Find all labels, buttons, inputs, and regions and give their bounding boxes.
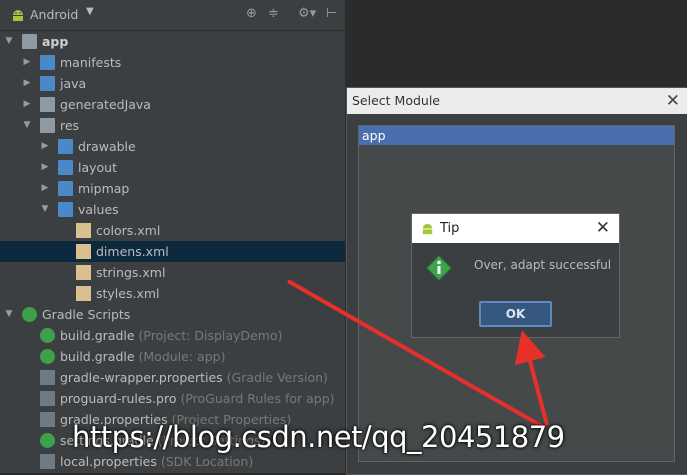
- tree-item[interactable]: ▼ res: [0, 115, 345, 136]
- tip-title: Tip: [440, 221, 460, 236]
- tree-item-label: gradle-wrapper.properties (Gradle Versio…: [60, 370, 328, 385]
- properties-file-icon: [40, 412, 55, 427]
- chevron-right-icon[interactable]: ▶: [22, 73, 32, 94]
- android-icon: [13, 10, 23, 21]
- tree-item[interactable]: ▶ mipmap: [0, 178, 345, 199]
- tree-item[interactable]: gradle-wrapper.properties (Gradle Versio…: [0, 367, 345, 388]
- tree-item[interactable]: ▶ manifests: [0, 52, 345, 73]
- tree-item-label: Gradle Scripts: [42, 307, 131, 322]
- gear-icon[interactable]: ⚙▾: [298, 6, 316, 21]
- folder-icon: [58, 181, 73, 196]
- tree-item[interactable]: colors.xml: [0, 220, 345, 241]
- list-item[interactable]: app: [359, 126, 674, 145]
- tree-item-label: strings.xml: [96, 265, 166, 280]
- res-folder-icon: [40, 118, 55, 133]
- tree-item[interactable]: ▼ Gradle Scripts: [0, 304, 345, 325]
- tree-item[interactable]: strings.xml: [0, 262, 345, 283]
- tree-item-label: app: [42, 34, 69, 49]
- tree-item-hint: (Module: app): [134, 349, 226, 364]
- tree-item-label: res: [60, 118, 80, 133]
- tree-item-label: local.properties (SDK Location): [60, 454, 254, 469]
- generated-folder-icon: [40, 97, 55, 112]
- xml-file-icon: [76, 265, 91, 280]
- chevron-right-icon[interactable]: ▶: [40, 136, 50, 157]
- project-tool-window: Android ▼ ⊕ ≑ ⚙▾ ⊢ ▼ app ▶ manifests ▶ java ▶ g…: [0, 0, 345, 473]
- folder-icon: [40, 55, 55, 70]
- xml-file-icon: [76, 286, 91, 301]
- tree-item[interactable]: ▶ generatedJava: [0, 94, 345, 115]
- tree-item[interactable]: ▶ drawable: [0, 136, 345, 157]
- tree-item-label: dimens.xml: [96, 244, 169, 259]
- tree-item-hint: (Gradle Version): [222, 370, 328, 385]
- folder-icon: [58, 202, 73, 217]
- tree-item-label: generatedJava: [60, 97, 151, 112]
- xml-file-icon: [76, 223, 91, 238]
- tree-item[interactable]: ▼ app: [0, 31, 345, 52]
- properties-file-icon: [40, 454, 55, 469]
- android-icon: [422, 223, 433, 235]
- tree-item-hint: (Project: DisplayDemo): [134, 328, 283, 343]
- tree-item-hint: (SDK Location): [156, 454, 254, 469]
- chevron-right-icon[interactable]: ▶: [40, 178, 50, 199]
- chevron-down-icon[interactable]: ▼: [22, 115, 32, 136]
- gradle-file-icon: [40, 349, 55, 364]
- folder-icon: [40, 76, 55, 91]
- hide-icon[interactable]: ⊢: [326, 6, 337, 21]
- tree-item-hint: (ProGuard Rules for app): [176, 391, 335, 406]
- close-icon[interactable]: ✕: [666, 88, 680, 114]
- gradle-file-icon: [40, 328, 55, 343]
- pro-file-icon: [40, 391, 55, 406]
- tree-item-label: drawable: [78, 139, 136, 154]
- chevron-down-icon[interactable]: ▼: [4, 31, 14, 52]
- module-folder-icon: [22, 34, 37, 49]
- tree-item-label: build.gradle (Module: app): [60, 349, 226, 364]
- tip-title-bar: Tip ✕: [412, 214, 619, 243]
- tree-item-label: mipmap: [78, 181, 130, 196]
- chevron-down-icon[interactable]: ▼: [40, 199, 50, 220]
- tree-item-label: build.gradle (Project: DisplayDemo): [60, 328, 283, 343]
- chevron-down-icon[interactable]: ▼: [4, 304, 14, 325]
- tree-item-label: proguard-rules.pro (ProGuard Rules for a…: [60, 391, 335, 406]
- tip-dialog: Tip ✕ Over, adapt successful OK: [411, 213, 620, 338]
- tree-item[interactable]: ▶ java: [0, 73, 345, 94]
- view-selector[interactable]: Android: [30, 7, 78, 22]
- chevron-right-icon[interactable]: ▶: [22, 52, 32, 73]
- tree-item-label: layout: [78, 160, 118, 175]
- tree-item-label: styles.xml: [96, 286, 160, 301]
- xml-file-icon: [76, 244, 91, 259]
- tree-item[interactable]: ▼ values: [0, 199, 345, 220]
- chevron-right-icon[interactable]: ▶: [22, 94, 32, 115]
- gradle-file-icon: [40, 433, 55, 448]
- tree-item[interactable]: build.gradle (Project: DisplayDemo): [0, 325, 345, 346]
- properties-file-icon: [40, 370, 55, 385]
- target-icon[interactable]: ⊕: [246, 6, 257, 21]
- tree-item[interactable]: build.gradle (Module: app): [0, 346, 345, 367]
- tree-item-label: colors.xml: [96, 223, 161, 238]
- tree-item[interactable]: ▶ layout: [0, 157, 345, 178]
- tree-item[interactable]: local.properties (SDK Location): [0, 451, 345, 472]
- info-icon: [426, 255, 452, 281]
- collapse-all-icon[interactable]: ≑: [268, 6, 279, 21]
- dialog-title: Select Module: [352, 93, 440, 108]
- folder-icon: [58, 139, 73, 154]
- dialog-title-bar: Select Module ✕: [347, 88, 687, 114]
- tree-item[interactable]: dimens.xml: [0, 241, 345, 262]
- tree-item-label: values: [78, 202, 119, 217]
- close-icon[interactable]: ✕: [596, 214, 610, 243]
- tree-item[interactable]: styles.xml: [0, 283, 345, 304]
- tip-message: Over, adapt successful: [474, 258, 612, 272]
- tree-item-label: java: [60, 76, 87, 91]
- watermark: https://blog.csdn.net/qq_20451879: [72, 420, 565, 454]
- gradle-icon: [22, 307, 37, 322]
- ok-button[interactable]: OK: [479, 301, 552, 327]
- tree-item-label: manifests: [60, 55, 122, 70]
- chevron-right-icon[interactable]: ▶: [40, 157, 50, 178]
- tree-item[interactable]: proguard-rules.pro (ProGuard Rules for a…: [0, 388, 345, 409]
- chevron-down-icon[interactable]: ▼: [86, 6, 94, 17]
- project-toolbar: Android ▼ ⊕ ≑ ⚙▾ ⊢: [0, 0, 345, 31]
- folder-icon: [58, 160, 73, 175]
